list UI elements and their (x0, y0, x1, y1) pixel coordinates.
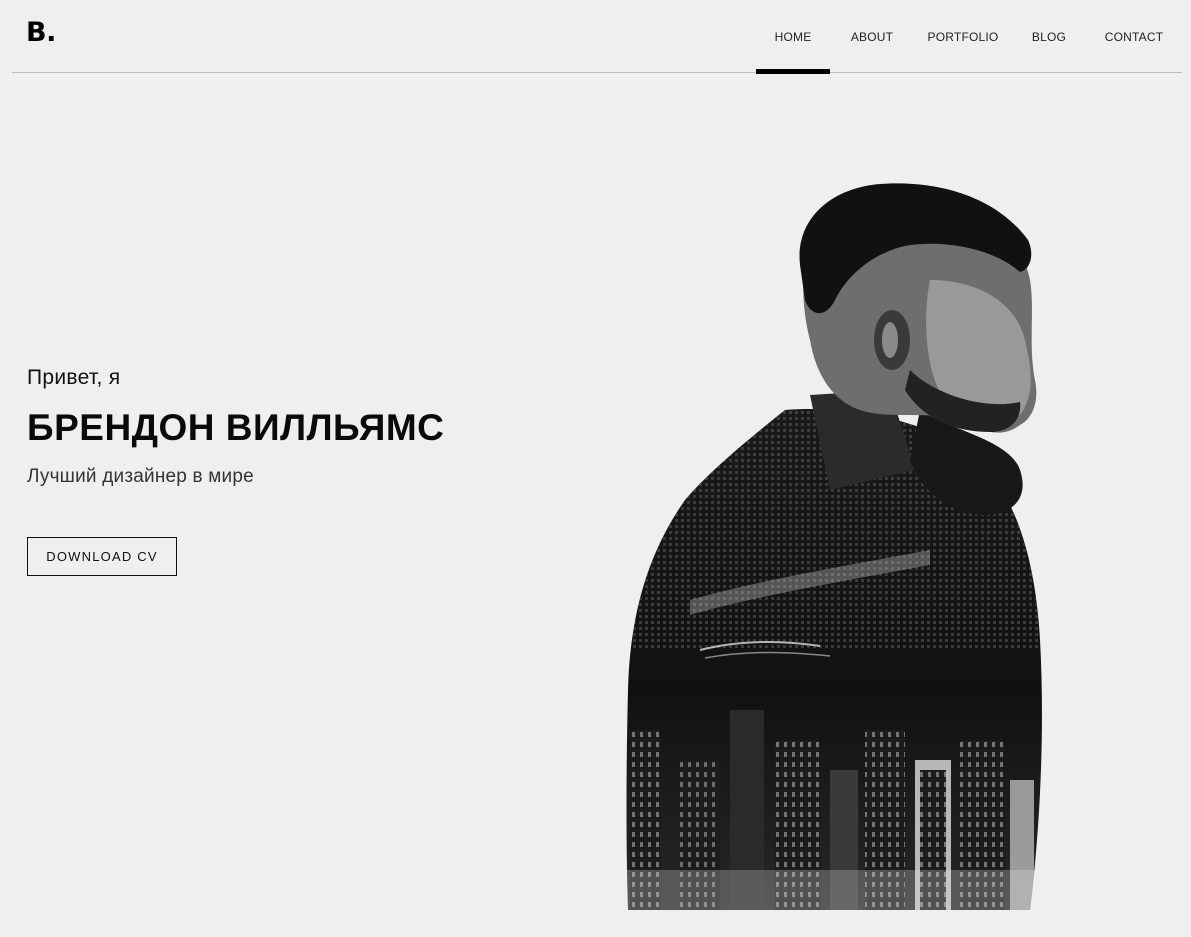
hero-greeting: Привет, я (27, 366, 121, 389)
main-nav: HOME ABOUT PORTFOLIO BLOG CONTACT (756, 0, 1182, 74)
nav-item-label: PORTFOLIO (927, 29, 999, 44)
nav-item-label: BLOG (1031, 29, 1067, 44)
download-cv-button[interactable]: DOWNLOAD CV (27, 537, 177, 576)
nav-item-about[interactable]: ABOUT (834, 0, 910, 73)
hero-intro: Привет, я БРЕНДОН ВИЛЛЬЯМС Лучший дизайн… (27, 366, 444, 488)
hero-tagline: Лучший дизайнер в мире (27, 465, 254, 487)
nav-item-home[interactable]: HOME (756, 0, 830, 74)
portrait-image (590, 183, 1060, 937)
hero-name: БРЕНДОН ВИЛЛЬЯМС (27, 407, 445, 448)
hero-portrait (590, 170, 1060, 937)
nav-item-label: ABOUT (850, 29, 894, 44)
nav-item-contact[interactable]: CONTACT (1086, 0, 1182, 73)
logo[interactable]: B. (26, 19, 56, 46)
nav-item-label: HOME (774, 29, 812, 44)
nav-item-portfolio[interactable]: PORTFOLIO (914, 0, 1012, 73)
nav-item-label: CONTACT (1104, 29, 1164, 44)
nav-item-blog[interactable]: BLOG (1016, 0, 1082, 73)
site-header: B. HOME ABOUT PORTFOLIO BLOG CONTACT (12, 0, 1182, 74)
active-indicator (756, 69, 830, 74)
